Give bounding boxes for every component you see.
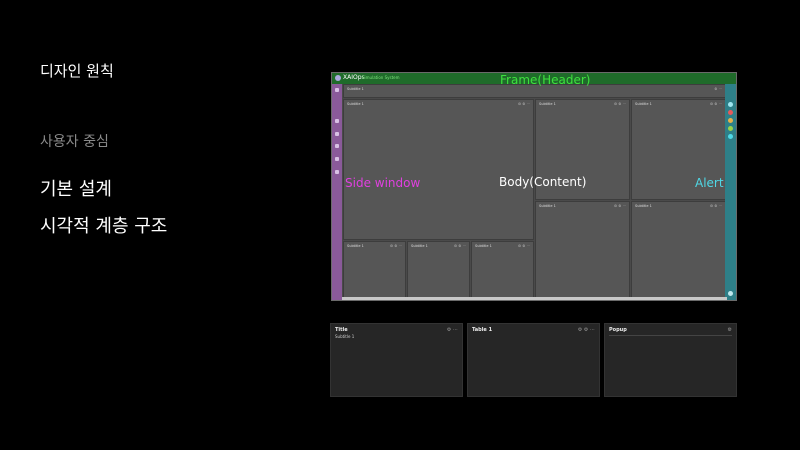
panel-icons: ⚙ ⚙ ⋯ xyxy=(517,102,530,106)
label-frame-header: Frame(Header) xyxy=(500,73,591,87)
menu-item-user-centered[interactable]: 사용자 중심 xyxy=(40,131,109,151)
mockup-panel: Subtitle 1 ⚙ ⚙ ⋯ xyxy=(407,241,470,300)
user-icon xyxy=(335,88,339,92)
mockup-alert-bar xyxy=(725,84,736,300)
mockup-panel: Subtitle 1 ⚙ ⚙ ⋯ xyxy=(471,241,534,300)
alert-dot-icon xyxy=(728,110,733,115)
label-side-window: Side window xyxy=(345,176,421,190)
panel-title: Subtitle 1 xyxy=(635,102,652,106)
settings-icon xyxy=(335,170,339,174)
alert-dot-icon xyxy=(728,126,733,131)
alert-dot-icon xyxy=(728,102,733,107)
menu-item-basic-design[interactable]: 기본 설계 xyxy=(40,175,112,201)
alert-dot-icon xyxy=(728,118,733,123)
panel-icons: ⚙ ⋯ xyxy=(714,87,722,91)
panel-title: Subtitle 1 xyxy=(475,244,492,248)
mockup-panel: Subtitle 1 ⚙ ⚙ ⋯ xyxy=(343,241,406,300)
layout-mockup: XAIOps Simulation System Subtitle 1 ⚙ ⋯ … xyxy=(331,72,737,301)
mockup-panel: Subtitle 1 ⚙ ⚙ ⋯ xyxy=(631,201,726,300)
label-body-content: Body(Content) xyxy=(499,175,587,189)
card-subtitle: Subtitle 1 xyxy=(335,334,355,339)
mockup-side-window xyxy=(332,84,342,300)
nav-icon xyxy=(335,144,339,148)
nav-icon xyxy=(335,132,339,136)
card-icons[interactable]: ⚙ ⚙ ⋯ xyxy=(578,327,595,333)
card-title: Title Subtitle 1 ⚙ ⋯ xyxy=(330,323,463,397)
card-table: Table 1 ⚙ ⚙ ⋯ xyxy=(467,323,600,397)
card-popup: Popup ⚙ xyxy=(604,323,737,397)
mockup-subtitle: Simulation System xyxy=(362,75,400,80)
panel-icons: ⚙ ⚙ ⋯ xyxy=(613,102,626,106)
mockup-panel-large: Subtitle 1 ⚙ ⚙ ⋯ xyxy=(343,99,534,240)
panel-icons: ⚙ ⚙ ⋯ xyxy=(389,244,402,248)
card-title-text: Title xyxy=(335,327,348,333)
nav-icon xyxy=(335,119,339,123)
panel-title: Subtitle 1 xyxy=(347,244,364,248)
mockup-panel: Subtitle 1 ⚙ ⚙ ⋯ xyxy=(535,201,630,300)
panel-title: Subtitle 1 xyxy=(411,244,428,248)
panel-title: Subtitle 1 xyxy=(539,204,556,208)
divider xyxy=(609,335,732,336)
panel-title: Subtitle 1 xyxy=(347,87,364,91)
panel-title: Subtitle 1 xyxy=(347,102,364,106)
page-title: 디자인 원칙 xyxy=(40,62,114,80)
panel-title: Subtitle 1 xyxy=(539,102,556,106)
card-icons[interactable]: ⚙ ⋯ xyxy=(447,327,458,333)
panel-icons: ⚙ ⚙ ⋯ xyxy=(613,204,626,208)
panel-icons: ⚙ ⚙ ⋯ xyxy=(709,102,722,106)
card-title-text: Popup xyxy=(609,327,627,333)
settings-icon xyxy=(728,291,733,296)
panel-title: Subtitle 1 xyxy=(635,204,652,208)
label-alert: Alert xyxy=(695,176,724,190)
panel-icons: ⚙ ⚙ ⋯ xyxy=(453,244,466,248)
alert-dot-icon xyxy=(728,134,733,139)
logo-icon xyxy=(335,75,341,81)
menu-item-visual-hierarchy[interactable]: 시각적 계층 구조 xyxy=(40,212,167,238)
panel-icons: ⚙ ⚙ ⋯ xyxy=(709,204,722,208)
panel-icons: ⚙ ⚙ ⋯ xyxy=(517,244,530,248)
card-title-text: Table 1 xyxy=(472,327,493,333)
card-icons[interactable]: ⚙ xyxy=(728,327,732,333)
nav-icon xyxy=(335,157,339,161)
mockup-footer-bar xyxy=(342,297,727,300)
